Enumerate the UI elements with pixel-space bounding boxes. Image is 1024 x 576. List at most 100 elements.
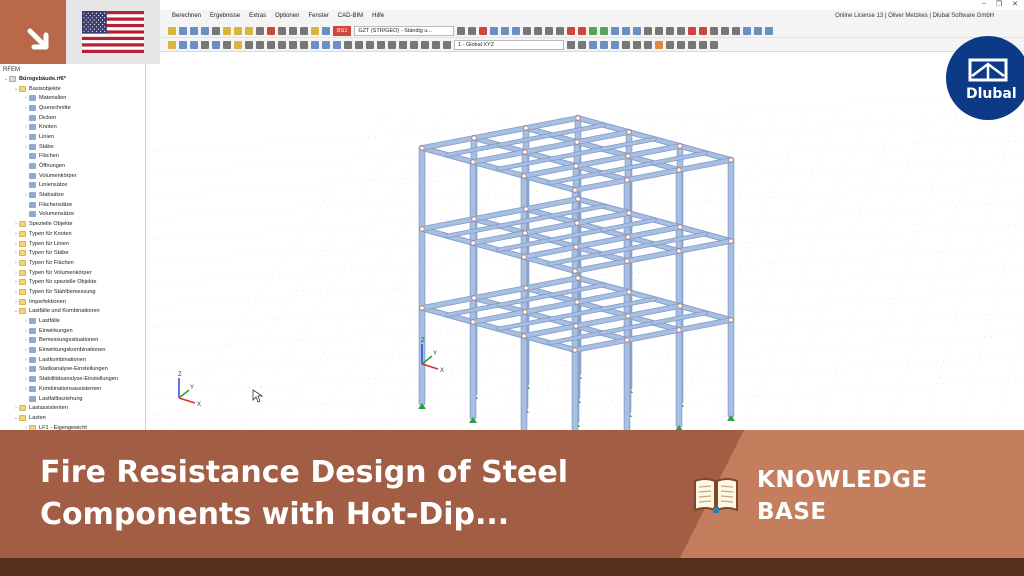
tool-icon[interactable]: [721, 26, 730, 35]
tree-item[interactable]: › Typen für Knoten: [0, 229, 145, 239]
support-icon[interactable]: [600, 26, 609, 35]
tool-icon[interactable]: [256, 40, 264, 49]
tool-icon[interactable]: [622, 26, 631, 35]
tree-item[interactable]: › LF1 - Eigengewicht: [0, 423, 145, 430]
delete-icon[interactable]: [479, 26, 488, 35]
tool-icon[interactable]: [388, 40, 396, 49]
menu-item-window[interactable]: Fenster: [308, 13, 328, 19]
tree-item[interactable]: ⌄ Basisobjekte: [0, 84, 145, 94]
tool-icon[interactable]: [399, 40, 407, 49]
tool-icon[interactable]: [223, 40, 231, 49]
view-icon[interactable]: [179, 26, 187, 35]
tool-icon[interactable]: [267, 40, 275, 49]
prev-icon[interactable]: [457, 26, 466, 35]
tool-icon[interactable]: [699, 26, 708, 35]
coordinate-system-select[interactable]: 1 - Global XYZ: [454, 39, 564, 50]
load-case-badge[interactable]: BS1: [333, 25, 352, 36]
tool-icon[interactable]: [443, 40, 451, 49]
tool-icon[interactable]: [212, 40, 220, 49]
tree-item[interactable]: › Statikanalyse-Einstellungen: [0, 365, 145, 375]
support-icon[interactable]: [578, 26, 587, 35]
tree-item[interactable]: Dicken: [0, 113, 145, 123]
tree-item[interactable]: › Typen für spezielle Objekte: [0, 277, 145, 287]
tree-item[interactable]: ⌄ Bürogebäude.rf6*: [0, 74, 145, 84]
tool-icon[interactable]: [545, 26, 554, 35]
tool-icon[interactable]: [432, 40, 440, 49]
tool-icon[interactable]: [322, 40, 330, 49]
tree-item[interactable]: ⌄ Lastfälle und Kombinationen: [0, 307, 145, 317]
tool-icon[interactable]: [377, 40, 385, 49]
tool-icon[interactable]: [344, 40, 352, 49]
tool-icon[interactable]: [611, 26, 620, 35]
tool-icon[interactable]: [355, 40, 363, 49]
tool-icon[interactable]: [765, 26, 774, 35]
tool-icon[interactable]: [278, 26, 286, 35]
menu-item-options[interactable]: Optionen: [275, 13, 299, 19]
tree-item[interactable]: › Typen für Stäbe: [0, 248, 145, 258]
minimize-icon[interactable]: –: [982, 0, 986, 8]
view-icon[interactable]: [567, 40, 575, 49]
tool-icon[interactable]: [644, 26, 653, 35]
results-icon[interactable]: [267, 26, 275, 35]
tree-item[interactable]: › Stabilitätsanalyse-Einstellungen: [0, 374, 145, 384]
tool-icon[interactable]: [190, 40, 198, 49]
tree-item[interactable]: Flächensätze: [0, 200, 145, 210]
view-icon[interactable]: [655, 40, 663, 49]
tree-item[interactable]: Volumenkörper: [0, 171, 145, 181]
support-icon[interactable]: [589, 26, 598, 35]
tool-icon[interactable]: [289, 26, 297, 35]
menu-item-calculate[interactable]: Berechnen: [172, 13, 201, 19]
restore-icon[interactable]: ❐: [996, 0, 1002, 8]
tool-icon[interactable]: [333, 40, 341, 49]
tool-icon[interactable]: [410, 40, 418, 49]
menu-item-tools[interactable]: Extras: [249, 13, 266, 19]
next-icon[interactable]: [468, 26, 477, 35]
tree-item[interactable]: › Typen für Stahlbemessung: [0, 287, 145, 297]
view-icon[interactable]: [666, 40, 674, 49]
view-icon[interactable]: [699, 40, 707, 49]
view-icon[interactable]: [578, 40, 586, 49]
zoom-icon[interactable]: [168, 26, 176, 35]
tree-item[interactable]: › Typen für Flächen: [0, 258, 145, 268]
member-icon[interactable]: [512, 26, 521, 35]
load-combination-select[interactable]: GZT (STR/GEO) - Ständig u...: [354, 25, 455, 36]
tree-item[interactable]: › Lastassistenten: [0, 403, 145, 413]
tree-item[interactable]: › Bemessungssituationen: [0, 336, 145, 346]
tool-icon[interactable]: [278, 40, 286, 49]
tree-item[interactable]: › Stabsätze: [0, 190, 145, 200]
table-icon[interactable]: [256, 26, 264, 35]
tool-icon[interactable]: [201, 40, 209, 49]
member-icon[interactable]: [501, 26, 510, 35]
view-icon[interactable]: [611, 40, 619, 49]
calculate-icon[interactable]: [245, 26, 253, 35]
tree-item[interactable]: › Querschnitte: [0, 103, 145, 113]
menu-item-help[interactable]: Hilfe: [372, 13, 384, 19]
tool-icon[interactable]: [556, 26, 565, 35]
tool-icon[interactable]: [655, 26, 664, 35]
close-icon[interactable]: ✕: [1012, 0, 1018, 8]
view-icon[interactable]: [589, 40, 597, 49]
tree-item[interactable]: Volumensätze: [0, 210, 145, 220]
menu-item-results[interactable]: Ergebnisse: [210, 13, 240, 19]
tree-item[interactable]: Flächen: [0, 152, 145, 162]
tree-item[interactable]: › Typen für Volumenkörper: [0, 268, 145, 278]
view-icon[interactable]: [633, 40, 641, 49]
tree-item[interactable]: Lastfallbeziehung: [0, 394, 145, 404]
tree-item[interactable]: › Kombinationsassistenten: [0, 384, 145, 394]
tool-icon[interactable]: [300, 40, 308, 49]
tree-item[interactable]: › Einwirkungen: [0, 326, 145, 336]
tree-item[interactable]: › Spezielle Objekte: [0, 219, 145, 229]
tree-item[interactable]: Liniensätze: [0, 181, 145, 191]
tool-icon[interactable]: [300, 26, 308, 35]
tree-item[interactable]: › Knoten: [0, 122, 145, 132]
tool-icon[interactable]: [743, 26, 752, 35]
tree-item[interactable]: › Imperfektionen: [0, 297, 145, 307]
tree-item[interactable]: › Einwirkungskombinationen: [0, 345, 145, 355]
view-icon[interactable]: [644, 40, 652, 49]
structure-model[interactable]: Z X Y Z X Y: [147, 52, 1024, 430]
tool-icon[interactable]: [666, 26, 675, 35]
view-icon[interactable]: [710, 40, 718, 49]
render-icon[interactable]: [212, 26, 220, 35]
tool-icon[interactable]: [311, 40, 319, 49]
tool-icon[interactable]: [234, 40, 242, 49]
